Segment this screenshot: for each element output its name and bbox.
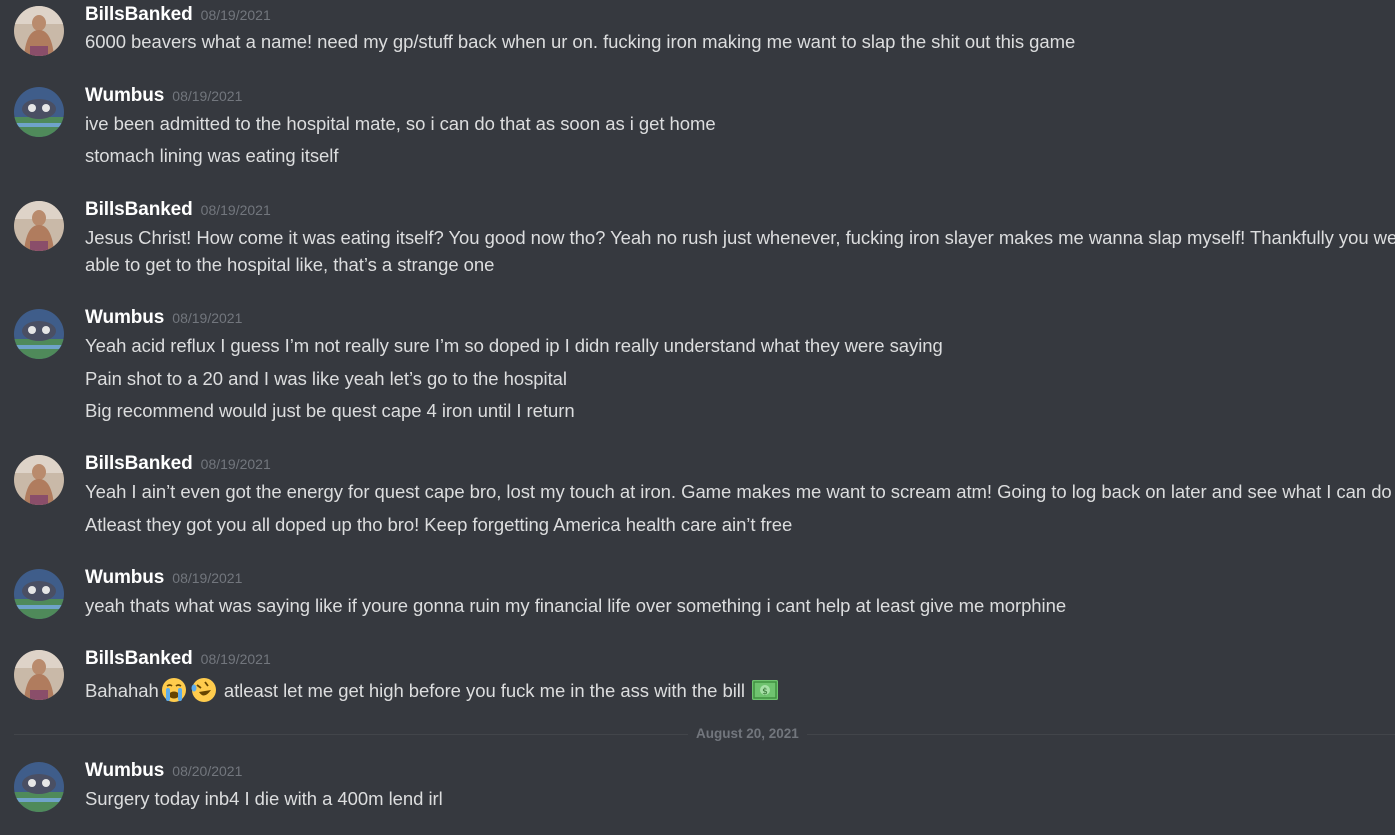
message-header: BillsBanked 08/19/2021 (85, 199, 271, 221)
avatar[interactable] (14, 309, 64, 359)
message-header: Wumbus 08/19/2021 (85, 307, 242, 329)
rolling-on-floor-laughing-icon[interactable] (190, 676, 218, 704)
avatar-billsbanked-icon (14, 650, 64, 700)
avatar-wumbus-icon (14, 309, 64, 359)
message-text: Yeah acid reflux I guess I’m not really … (85, 335, 943, 356)
message-text: Bahahah atleast let me get high before y… (85, 676, 780, 704)
avatar-wumbus-icon (14, 87, 64, 137)
timestamp: 08/20/2021 (172, 763, 243, 779)
message-text: stomach lining was eating itself (85, 145, 339, 166)
author-name[interactable]: BillsBanked (85, 4, 193, 25)
avatar[interactable] (14, 569, 64, 619)
message-text-part: Bahahah (85, 680, 159, 701)
message-text: Pain shot to a 20 and I was like yeah le… (85, 368, 567, 389)
message-header: Wumbus 08/19/2021 (85, 567, 242, 589)
message-text: 6000 beavers what a name! need my gp/stu… (85, 31, 1076, 52)
message-text: ive been admitted to the hospital mate, … (85, 113, 716, 134)
avatar-billsbanked-icon (14, 6, 64, 56)
author-name[interactable]: Wumbus (85, 567, 164, 588)
message-header: Wumbus 08/19/2021 (85, 85, 242, 107)
timestamp: 08/19/2021 (172, 570, 243, 586)
message-header: BillsBanked 08/19/2021 (85, 4, 271, 26)
timestamp: 08/19/2021 (200, 456, 271, 472)
author-name[interactable]: BillsBanked (85, 199, 193, 220)
avatar[interactable] (14, 455, 64, 505)
message-text: Surgery today inb4 I die with a 400m len… (85, 788, 443, 809)
timestamp: 08/19/2021 (200, 651, 271, 667)
message-text: Yeah I ain’t even got the energy for que… (85, 481, 1392, 502)
avatar[interactable] (14, 6, 64, 56)
avatar[interactable] (14, 201, 64, 251)
message-text: Big recommend would just be quest cape 4… (85, 400, 575, 421)
timestamp: 08/19/2021 (200, 202, 271, 218)
avatar[interactable] (14, 650, 64, 700)
author-name[interactable]: BillsBanked (85, 453, 193, 474)
author-name[interactable]: Wumbus (85, 85, 164, 106)
loudly-crying-face-icon[interactable] (160, 676, 188, 704)
author-name[interactable]: Wumbus (85, 760, 164, 781)
avatar-billsbanked-icon (14, 201, 64, 251)
author-name[interactable]: Wumbus (85, 307, 164, 328)
timestamp: 08/19/2021 (172, 88, 243, 104)
avatar-billsbanked-icon (14, 455, 64, 505)
message-text: yeah thats what was saying like if youre… (85, 595, 1067, 616)
chat-messages: BillsBanked 08/19/2021 6000 beavers what … (0, 0, 1395, 835)
dollar-banknote-icon[interactable]: $ (751, 676, 779, 704)
avatar-wumbus-icon (14, 762, 64, 812)
message-text: Atleast they got you all doped up tho br… (85, 514, 793, 535)
author-name[interactable]: BillsBanked (85, 648, 193, 669)
message-header: BillsBanked 08/19/2021 (85, 648, 271, 670)
svg-text:$: $ (762, 687, 768, 697)
message-text-part: atleast let me get high before you fuck … (223, 680, 745, 701)
message-header: BillsBanked 08/19/2021 (85, 453, 271, 475)
avatar[interactable] (14, 762, 64, 812)
message-header: Wumbus 08/20/2021 (85, 760, 242, 782)
message-text: Jesus Christ! How come it was eating its… (85, 227, 1395, 275)
timestamp: 08/19/2021 (172, 310, 243, 326)
avatar[interactable] (14, 87, 64, 137)
date-divider-label: August 20, 2021 (688, 726, 807, 741)
timestamp: 08/19/2021 (200, 7, 271, 23)
avatar-wumbus-icon (14, 569, 64, 619)
